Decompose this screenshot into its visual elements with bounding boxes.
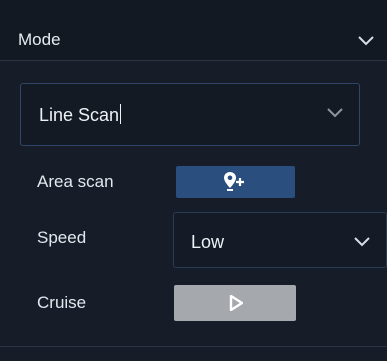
play-icon	[229, 295, 243, 311]
area-scan-label: Area scan	[37, 172, 114, 191]
mode-header-title: Mode	[18, 30, 61, 49]
mode-panel: Mode Line Scan Area scan Speed Low Cruis…	[0, 0, 387, 361]
cruise-button[interactable]	[174, 285, 296, 321]
speed-label: Speed	[37, 228, 87, 247]
mode-header[interactable]: Mode	[0, 0, 387, 61]
map-pin-add-icon	[224, 172, 244, 191]
chevron-down-icon	[354, 237, 370, 247]
chevron-down-icon[interactable]	[358, 36, 374, 46]
speed-select[interactable]: Low	[173, 212, 387, 268]
cruise-label: Cruise	[37, 293, 87, 312]
divider	[0, 346, 387, 347]
speed-select-value: Low	[191, 232, 225, 252]
text-caret	[120, 104, 122, 124]
chevron-down-icon	[327, 108, 343, 118]
mode-select[interactable]: Line Scan	[20, 83, 360, 146]
area-scan-button[interactable]	[176, 166, 295, 198]
mode-select-value: Line Scan	[39, 104, 122, 125]
